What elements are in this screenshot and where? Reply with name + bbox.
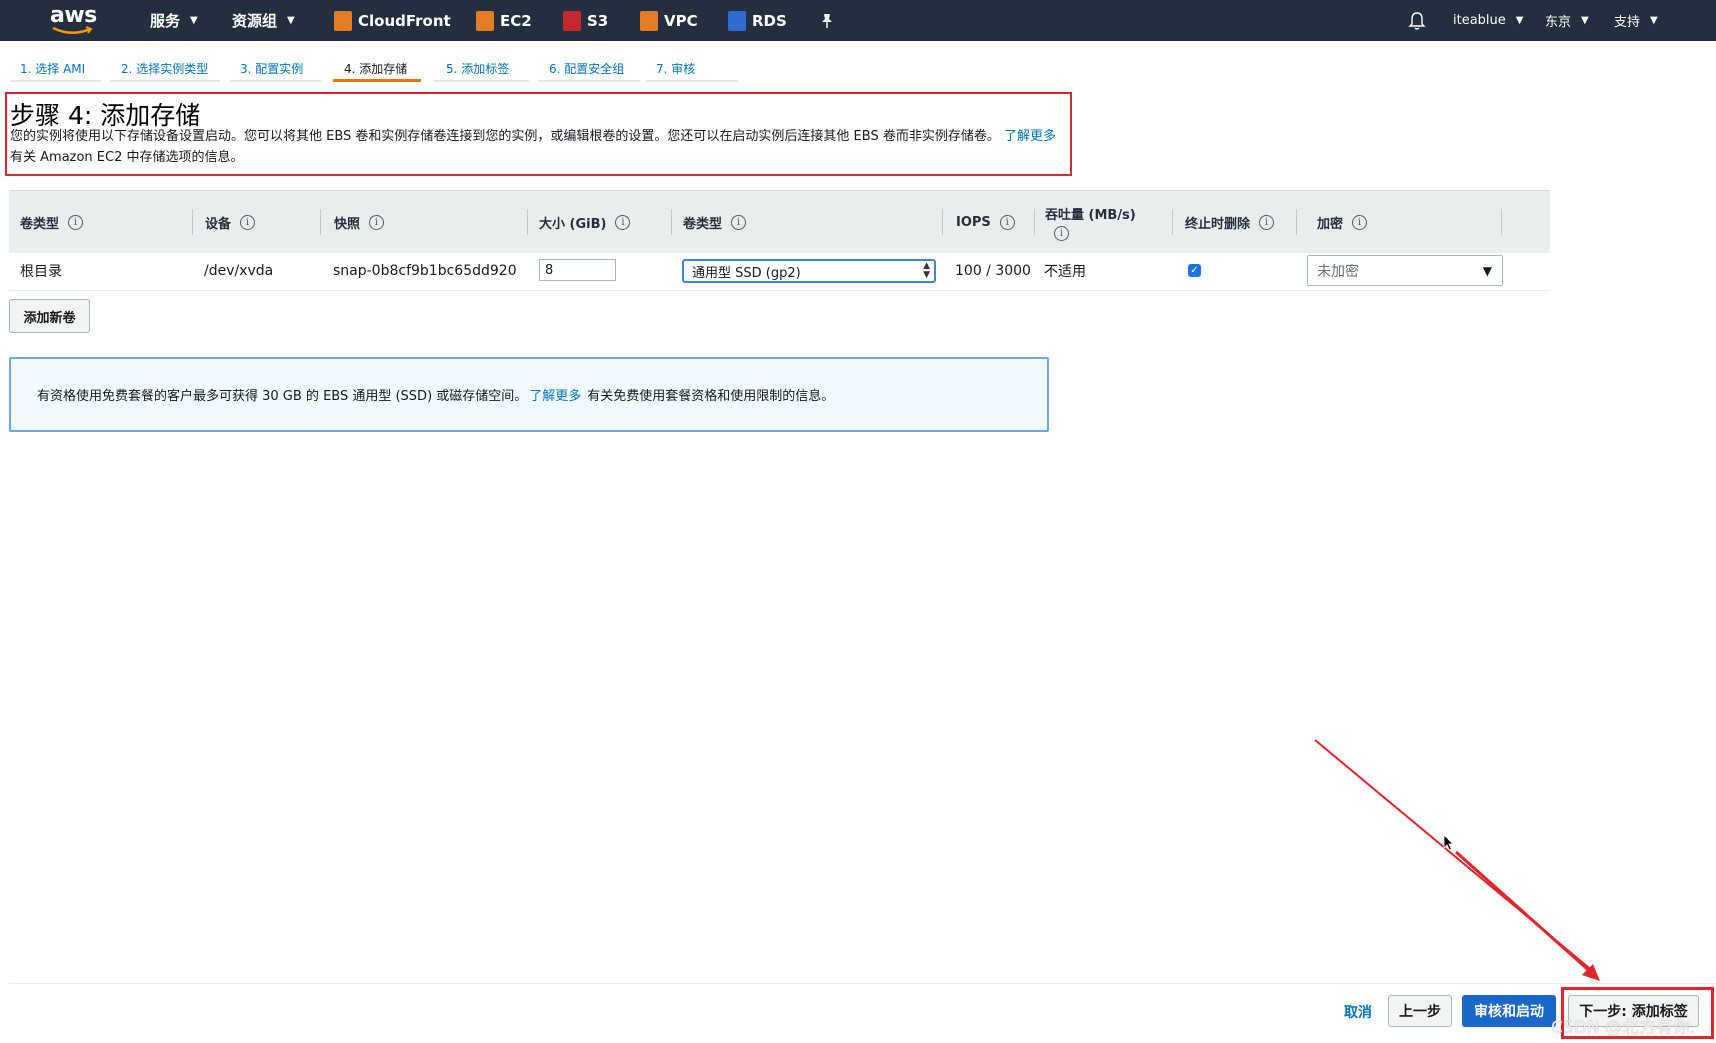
annotation-arrow-icon (1314, 739, 1600, 981)
mouse-cursor-icon (1443, 834, 1454, 851)
watermark: CSDN @北方有你. (1551, 1018, 1696, 1038)
